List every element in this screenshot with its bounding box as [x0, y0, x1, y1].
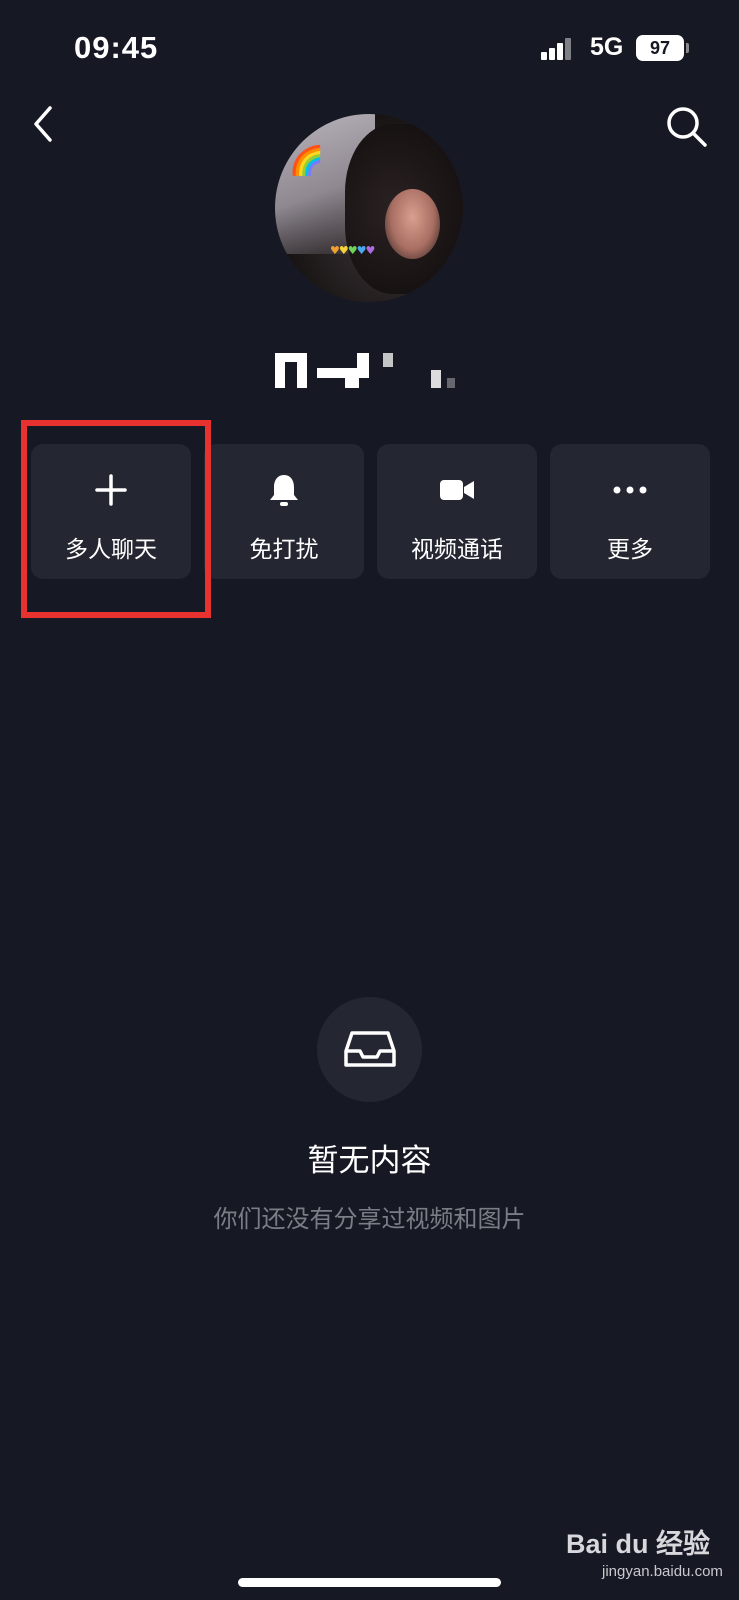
empty-state-subtitle: 你们还没有分享过视频和图片 — [213, 1205, 526, 1233]
status-time: 09:45 — [74, 30, 159, 65]
empty-state-icon-circle — [317, 997, 422, 1102]
bell-icon — [270, 475, 298, 506]
search-button[interactable] — [664, 104, 710, 150]
inbox-tray-icon — [344, 1031, 396, 1067]
hearts-sticker: ♥♥♥♥♥ — [330, 244, 375, 257]
network-type: 5G — [590, 33, 624, 61]
more-dots-icon — [613, 486, 647, 494]
username-mosaic — [275, 350, 485, 390]
user-avatar[interactable]: 🌈 ♥♥♥♥♥ — [275, 114, 463, 302]
battery-tip — [686, 43, 689, 53]
empty-state-title: 暂无内容 — [307, 1143, 432, 1179]
chevron-left-icon — [34, 106, 52, 142]
video-call-button[interactable]: 视频通话 — [377, 444, 537, 579]
signal-icon — [541, 38, 573, 60]
more-label: 更多 — [607, 537, 653, 563]
watermark-site: jingyan.baidu.com — [602, 1563, 723, 1580]
highlight-annotation — [21, 420, 211, 618]
video-call-label: 视频通话 — [411, 537, 503, 563]
avatar-face — [385, 189, 440, 259]
rainbow-sticker: 🌈 — [289, 144, 324, 177]
home-indicator[interactable] — [238, 1578, 501, 1587]
status-bar: 09:45 5G 97 — [0, 0, 739, 100]
do-not-disturb-button[interactable]: 免打扰 — [204, 444, 364, 579]
back-button[interactable] — [26, 102, 62, 146]
battery-icon: 97 — [636, 35, 684, 61]
do-not-disturb-label: 免打扰 — [249, 537, 319, 563]
search-icon — [667, 107, 707, 147]
baidu-watermark: Bai du 经验 — [566, 1521, 710, 1561]
video-camera-icon — [440, 480, 474, 500]
more-button[interactable]: 更多 — [550, 444, 710, 579]
watermark-brand: Bai du 经验 — [566, 1528, 711, 1559]
